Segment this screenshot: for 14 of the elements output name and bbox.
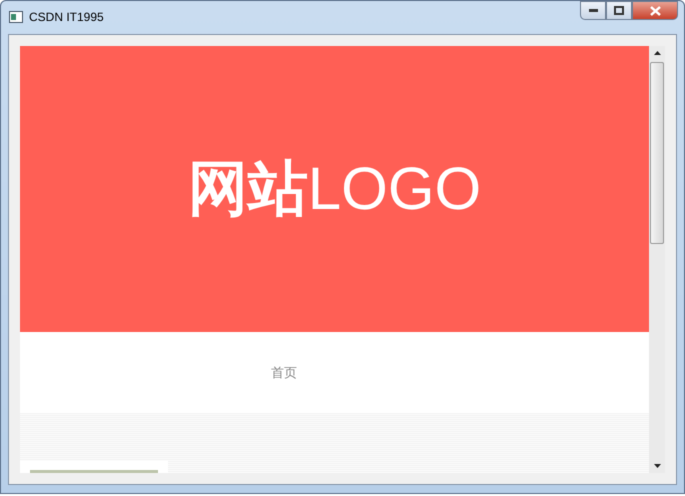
nav-link[interactable]: 首页 bbox=[271, 362, 297, 382]
minimize-button[interactable] bbox=[580, 1, 606, 20]
window-title: CSDN IT1995 bbox=[29, 8, 104, 26]
scroll-thumb[interactable] bbox=[650, 62, 664, 244]
minimize-icon bbox=[588, 9, 598, 12]
maximize-icon bbox=[614, 6, 624, 15]
scroll-down-icon[interactable] bbox=[654, 464, 660, 468]
close-icon bbox=[650, 6, 660, 16]
maximize-button[interactable] bbox=[606, 1, 632, 20]
site-logo: 网站LOGO bbox=[188, 154, 482, 224]
scrollbar[interactable] bbox=[649, 46, 665, 473]
close-button[interactable] bbox=[632, 1, 678, 20]
scroll-up-icon[interactable] bbox=[654, 51, 660, 55]
app-icon bbox=[9, 10, 23, 22]
